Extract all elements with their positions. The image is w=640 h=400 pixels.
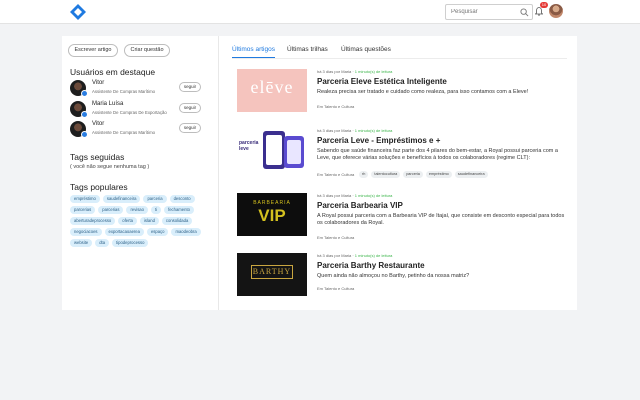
article-title[interactable]: Parceria Barthy Restaurante — [317, 261, 425, 270]
article-description: Realeza precisa ser tratado e cuidado co… — [317, 89, 529, 95]
tag-chip[interactable]: maodeobra — [171, 228, 201, 236]
logo-icon[interactable] — [69, 3, 87, 21]
article-title[interactable]: Parceria Barbearia VIP — [317, 201, 403, 210]
tag-chip[interactable]: empréstimo — [425, 171, 452, 178]
thumbnail-logo-text: parceria leve — [239, 140, 259, 152]
popular-tags-title: Tags populares — [70, 182, 128, 192]
user-avatar[interactable] — [549, 4, 563, 18]
thumbnail-logo-text: BARTHY — [252, 267, 292, 276]
tabs-divider — [232, 58, 567, 59]
featured-users-title: Usuários em destaque — [70, 67, 156, 77]
article-title[interactable]: Parceria Leve - Empréstimos e + — [317, 136, 440, 145]
thumbnail-logo-text: VIP — [258, 206, 286, 225]
thumbnail-logo-text: elēve — [250, 77, 294, 97]
tag-chip[interactable]: revisao — [126, 206, 148, 214]
article-meta: há 3 dias por Maria · 1 minuto(s) de lei… — [317, 128, 393, 133]
user-role: Assistente De Compras Marítimo — [92, 130, 156, 135]
article-title[interactable]: Parceria Eleve Estética Inteligente — [317, 77, 447, 86]
popular-tags-list: empréstimo saudefinanceira parceria desc… — [70, 195, 210, 247]
article-card[interactable]: parceria leve há 3 dias por Maria · 1 mi… — [237, 128, 567, 178]
tag-chip[interactable]: parceria — [143, 195, 167, 203]
tab-latest-articles[interactable]: Últimos artigos — [232, 46, 275, 53]
article-meta: há 3 dias por Maria · 1 minuto(s) de lei… — [317, 69, 393, 74]
tag-chip[interactable]: desconto — [169, 195, 195, 203]
tag-chip[interactable]: oferta — [118, 217, 137, 225]
article-thumbnail[interactable]: BARTHY — [237, 253, 307, 296]
tag-chip[interactable]: ti — [150, 206, 162, 214]
tag-chip[interactable]: saudefinanceira — [102, 195, 141, 203]
featured-user[interactable]: Vitor Assistente De Compras Marítimo seg… — [70, 121, 210, 139]
verified-icon — [81, 90, 88, 97]
tag-chip[interactable]: saudefinanceira — [454, 171, 488, 178]
article-category[interactable]: Em Talento e Cultura — [317, 172, 354, 177]
tag-chip[interactable]: parcerias — [98, 206, 124, 214]
article-category[interactable]: Em Talento e Cultura — [317, 104, 354, 109]
article-category[interactable]: Em Talento e Cultura — [317, 235, 354, 240]
tag-chip[interactable]: exportacaoaerea — [104, 228, 144, 236]
write-article-button[interactable]: Escrever artigo — [68, 44, 118, 57]
create-question-button[interactable]: Criar questão — [124, 44, 170, 57]
user-role: Assistente De Compras De Exportação — [92, 110, 167, 115]
phone-screen — [266, 135, 282, 165]
search-input[interactable] — [451, 6, 519, 18]
tag-chip[interactable]: rh — [359, 171, 369, 178]
followed-tags-title: Tags seguidas — [70, 152, 125, 162]
featured-user[interactable]: Vitor Assistente De Compras Marítimo seg… — [70, 80, 210, 98]
top-bar: 10 — [0, 0, 640, 24]
user-name[interactable]: Vitor — [92, 121, 104, 127]
article-description: Sabendo que saúde financeira faz parte d… — [317, 148, 558, 161]
tag-chip[interactable]: parcerias — [70, 206, 96, 214]
tag-chip[interactable]: negociacoes — [70, 228, 102, 236]
tab-latest-questions[interactable]: Últimas questões — [341, 46, 391, 53]
article-thumbnail[interactable]: elēve — [237, 69, 307, 112]
article-thumbnail[interactable]: parceria leve — [237, 128, 307, 171]
tag-chip[interactable]: island — [139, 217, 159, 225]
article-card[interactable]: BARBEARIA VIP há 3 dias por Maria · 1 mi… — [237, 193, 567, 243]
user-role: Assistente De Compras Marítimo — [92, 89, 156, 94]
article-card[interactable]: BARTHY há 3 dias por Maria · 1 minuto(s)… — [237, 253, 567, 303]
article-thumbnail[interactable]: BARBEARIA VIP — [237, 193, 307, 236]
tag-chip[interactable]: aberturadeprocesso — [70, 217, 116, 225]
search-icon[interactable] — [520, 8, 529, 17]
tag-chip[interactable]: consolidada — [161, 217, 193, 225]
phone-screen — [287, 140, 301, 164]
article-card[interactable]: elēve há 3 dias por Maria · 1 minuto(s) … — [237, 69, 567, 119]
tag-chip[interactable]: fechamento — [164, 206, 194, 214]
tag-chip[interactable]: talentocultura — [371, 171, 401, 178]
tag-chip[interactable]: parceria — [403, 171, 423, 178]
tag-chip[interactable]: website — [70, 239, 93, 247]
article-meta: há 3 dias por Maria · 1 minuto(s) de lei… — [317, 193, 393, 198]
featured-user[interactable]: Maria Luísa Assistente De Compras De Exp… — [70, 101, 210, 119]
tag-chip[interactable]: dta — [95, 239, 110, 247]
column-divider — [218, 36, 219, 310]
tag-chip[interactable]: tipodeprocesso — [112, 239, 149, 247]
tag-chip[interactable]: empréstimo — [70, 195, 100, 203]
bell-icon[interactable] — [535, 7, 543, 16]
article-description: Quem ainda não almoçou no Barthy, petinh… — [317, 273, 470, 279]
tag-chip[interactable]: espaço — [146, 228, 169, 236]
follow-button[interactable]: seguir — [179, 82, 201, 92]
search-box[interactable] — [445, 4, 533, 20]
followed-tags-empty: ( você não segue nenhuma tag ) — [70, 164, 150, 170]
tab-latest-trails[interactable]: Últimas trilhas — [287, 46, 328, 53]
article-description: A Royal possui parceria com a Barbearia … — [317, 213, 565, 226]
article-category[interactable]: Em Talento e Cultura — [317, 286, 354, 291]
verified-icon — [81, 131, 88, 138]
article-meta: há 3 dias por Maria · 1 minuto(s) de lei… — [317, 253, 393, 258]
verified-icon — [81, 111, 88, 118]
notification-badge: 10 — [540, 2, 548, 8]
user-name[interactable]: Maria Luísa — [92, 101, 123, 107]
article-tags: rh talentocultura parceria empréstimo sa… — [359, 171, 488, 178]
follow-button[interactable]: seguir — [179, 123, 201, 133]
user-name[interactable]: Vitor — [92, 80, 104, 86]
follow-button[interactable]: seguir — [179, 103, 201, 113]
